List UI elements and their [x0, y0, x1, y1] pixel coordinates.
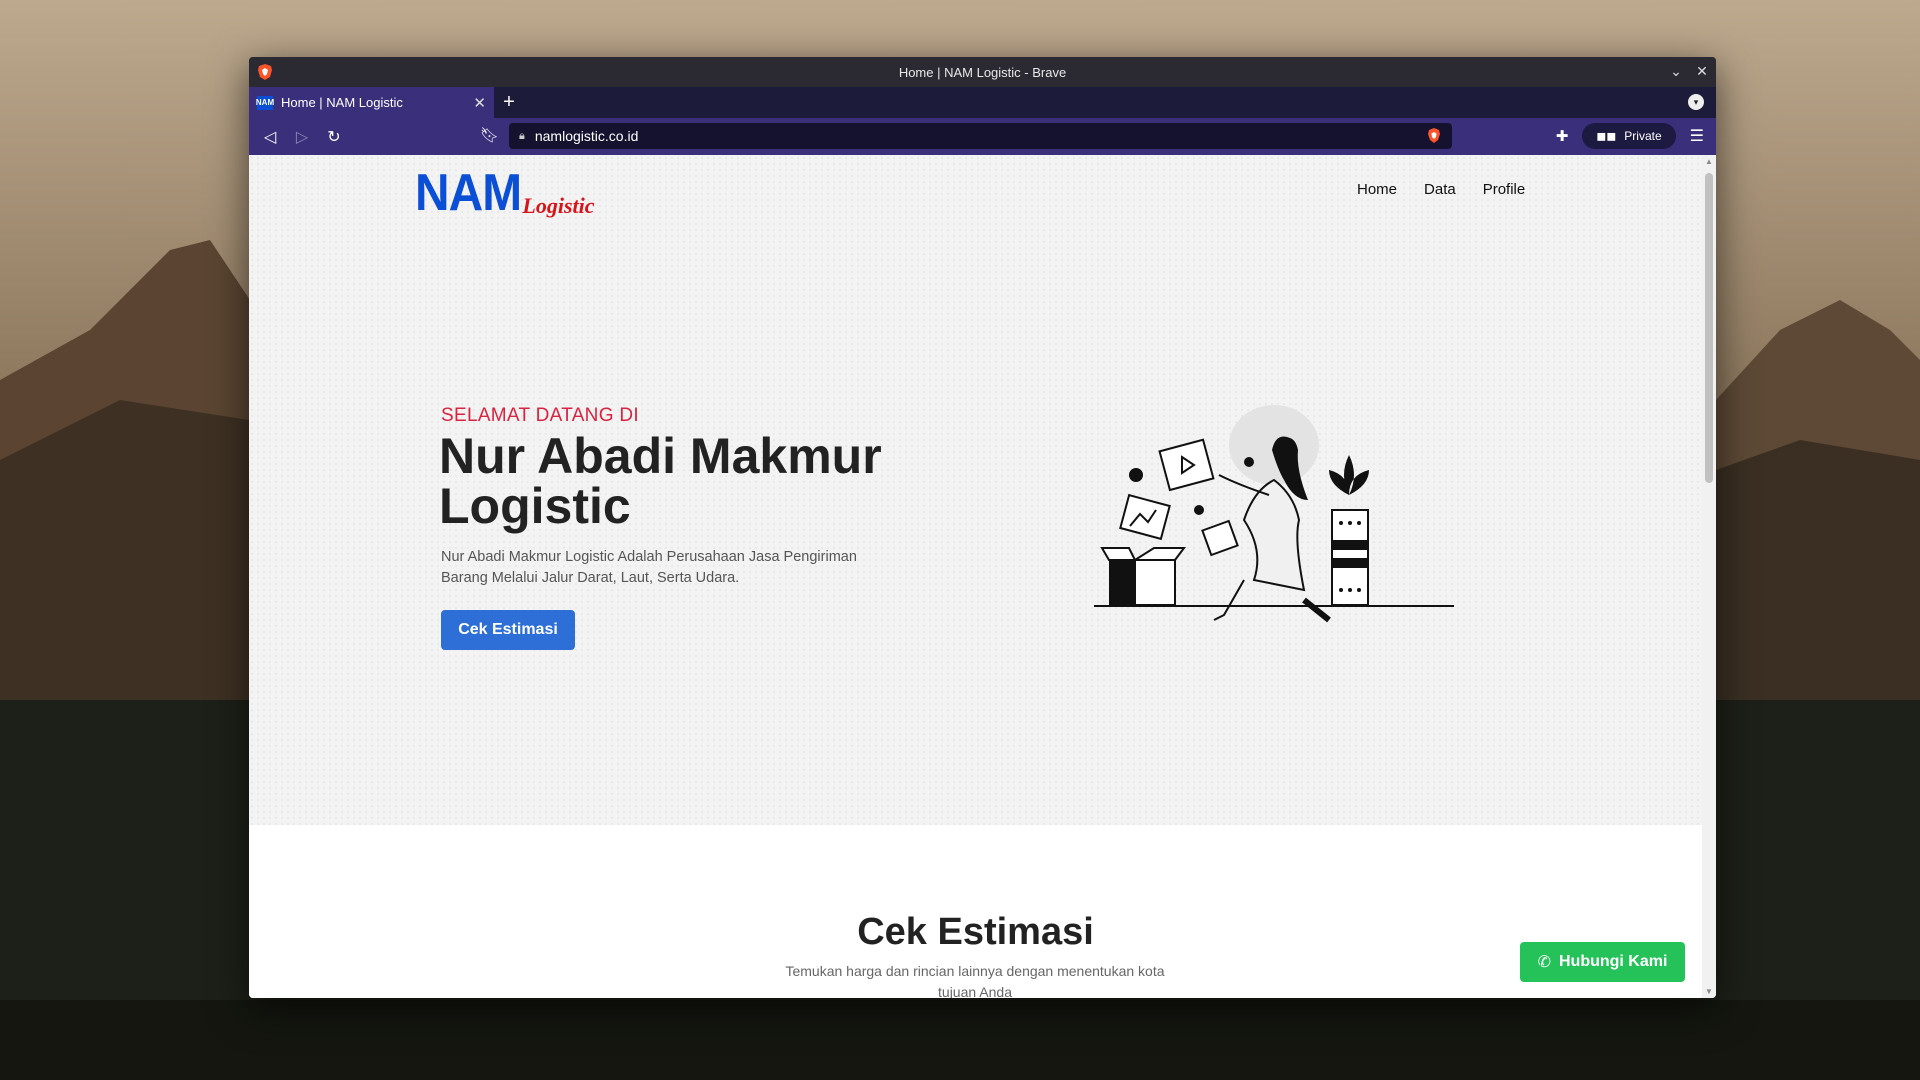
- site-logo[interactable]: NAM Logistic: [415, 163, 595, 223]
- scrollbar-thumb[interactable]: [1705, 173, 1713, 483]
- url-text: namlogistic.co.id: [534, 128, 639, 144]
- hero-illustration: [1094, 405, 1454, 623]
- cek-estimasi-button[interactable]: Cek Estimasi: [441, 610, 575, 650]
- tab-title: Home | NAM Logistic: [281, 95, 403, 110]
- brave-shields-icon[interactable]: [1426, 127, 1442, 145]
- nav-home[interactable]: Home: [1357, 181, 1397, 198]
- window-title: Home | NAM Logistic - Brave: [898, 64, 1067, 80]
- title-bar: Home | NAM Logistic - Brave ⌄ ✕: [249, 57, 1716, 87]
- scroll-down-icon[interactable]: ▼: [1705, 987, 1713, 996]
- hero-title: Nur Abadi Makmur Logistic: [439, 428, 882, 534]
- tab-close-icon[interactable]: ✕: [473, 94, 486, 112]
- tab-home[interactable]: NAM Home | NAM Logistic ✕: [249, 87, 494, 118]
- whatsapp-icon: ✆: [1537, 954, 1551, 971]
- reload-button[interactable]: ↻: [323, 126, 345, 148]
- logo-nam: NAM: [415, 164, 522, 222]
- scroll-up-icon[interactable]: ▲: [1705, 157, 1713, 166]
- private-window-badge[interactable]: ◼◼ Private: [1582, 123, 1676, 149]
- whatsapp-label: Hubungi Kami: [1558, 953, 1668, 970]
- site-favicon-icon: NAM: [256, 95, 274, 110]
- private-label: Private: [1624, 129, 1662, 143]
- address-bar[interactable]: 🔒︎ namlogistic.co.id: [509, 123, 1452, 149]
- back-button[interactable]: ◁: [259, 126, 281, 148]
- minimize-chevron-icon[interactable]: ⌄: [1668, 61, 1684, 81]
- page-viewport: NAM Logistic Home Data Profile SELAMAT D…: [249, 155, 1716, 998]
- tab-list-dropdown-icon[interactable]: ▾: [1688, 94, 1704, 110]
- hero-description: Nur Abadi Makmur Logistic Adalah Perusah…: [441, 549, 857, 586]
- private-glasses-icon: ◼◼: [1596, 129, 1617, 143]
- bookmark-icon[interactable]: 🔖︎: [480, 126, 499, 144]
- estimasi-title: Cek Estimasi: [857, 911, 1094, 953]
- nav-profile[interactable]: Profile: [1483, 181, 1526, 198]
- hero-kicker: SELAMAT DATANG DI: [441, 405, 639, 426]
- extensions-icon[interactable]: ✚: [1556, 127, 1569, 145]
- estimasi-subtitle: Temukan harga dan rincian lainnya dengan…: [785, 963, 1165, 998]
- new-tab-button[interactable]: +: [494, 87, 524, 118]
- close-window-icon[interactable]: ✕: [1694, 61, 1710, 81]
- menu-icon[interactable]: ☰: [1690, 126, 1704, 146]
- lock-icon: 🔒︎: [519, 129, 525, 142]
- brave-logo-icon: [258, 64, 272, 80]
- whatsapp-contact-button[interactable]: ✆ Hubungi Kami: [1520, 942, 1685, 982]
- hero-section: NAM Logistic Home Data Profile SELAMAT D…: [249, 155, 1702, 825]
- logo-logistic: Logistic: [522, 193, 595, 218]
- page-scrollbar[interactable]: ▲ ▼: [1702, 155, 1716, 998]
- main-nav: Home Data Profile: [1357, 181, 1525, 198]
- nav-data[interactable]: Data: [1424, 181, 1456, 198]
- tab-bar: NAM Home | NAM Logistic ✕ + ▾: [249, 87, 1716, 118]
- browser-toolbar: ◁ ▷ ↻ 🔖︎ 🔒︎ namlogistic.co.id ✚ ◼◼ Priva…: [249, 118, 1716, 155]
- estimasi-section: Cek Estimasi Temukan harga dan rincian l…: [249, 825, 1702, 998]
- browser-window: Home | NAM Logistic - Brave ⌄ ✕ NAM Home…: [249, 57, 1716, 998]
- forward-button[interactable]: ▷: [291, 126, 313, 148]
